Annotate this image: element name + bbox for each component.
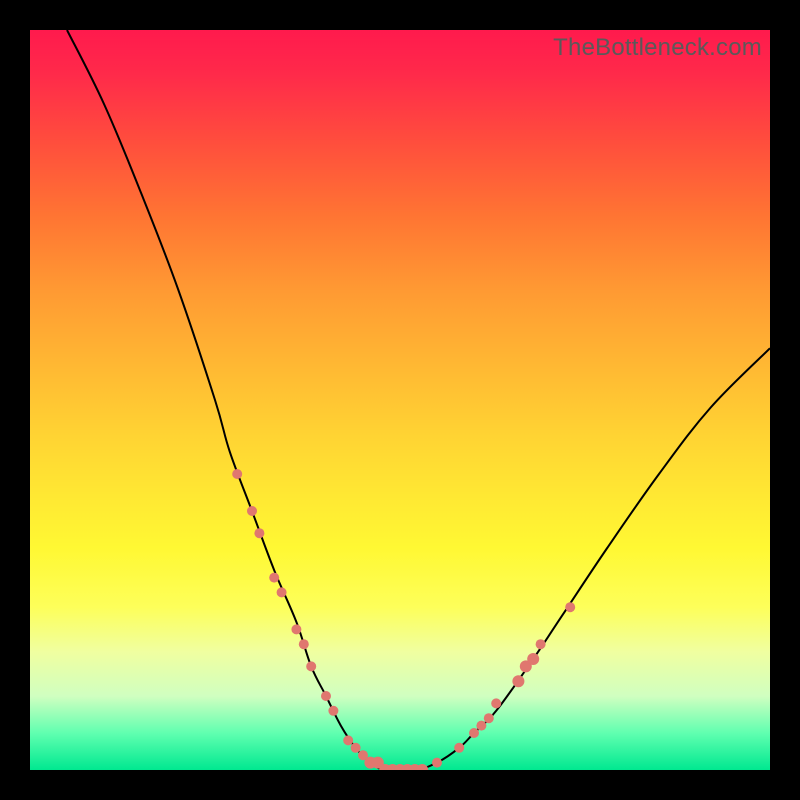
data-point <box>416 764 428 770</box>
bottleneck-curve <box>67 30 770 770</box>
data-point <box>351 743 361 753</box>
data-point <box>565 602 575 612</box>
chart-frame: TheBottleneck.com <box>0 0 800 800</box>
data-point <box>343 735 353 745</box>
data-point <box>277 587 287 597</box>
data-points-group <box>232 469 575 770</box>
data-point <box>491 698 501 708</box>
data-point <box>476 721 486 731</box>
data-point <box>469 728 479 738</box>
plot-area: TheBottleneck.com <box>30 30 770 770</box>
data-point <box>232 469 242 479</box>
data-point <box>484 713 494 723</box>
watermark-text: TheBottleneck.com <box>553 34 762 62</box>
data-point <box>432 758 442 768</box>
chart-svg <box>30 30 770 770</box>
data-point <box>527 653 539 665</box>
data-point <box>269 573 279 583</box>
data-point <box>328 706 338 716</box>
data-point <box>454 743 464 753</box>
data-point <box>306 661 316 671</box>
data-point <box>247 506 257 516</box>
data-point <box>291 624 301 634</box>
data-point <box>536 639 546 649</box>
data-point <box>321 691 331 701</box>
data-point <box>299 639 309 649</box>
data-point <box>512 675 524 687</box>
data-point <box>254 528 264 538</box>
